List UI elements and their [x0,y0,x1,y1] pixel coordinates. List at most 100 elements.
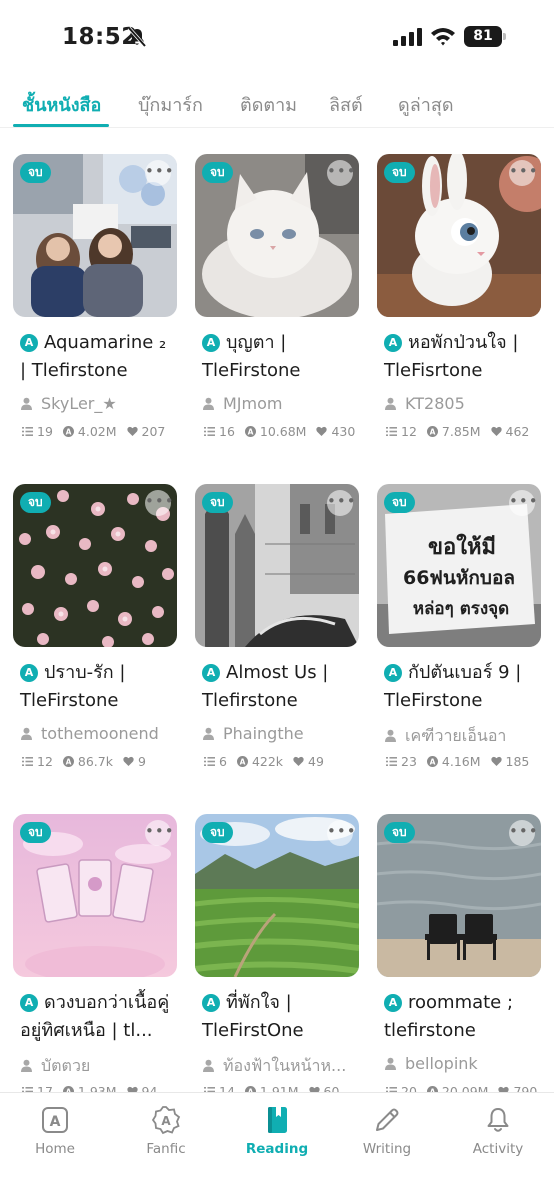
story-card[interactable]: จบ ••• A หอพักป่วนใจ | TleFisrtone KT2805… [377,154,541,443]
story-author[interactable]: ท้องฟ้าในหน้าห... [195,1054,359,1078]
story-cover[interactable]: จบ ••• [195,484,359,647]
chapters-icon [386,757,397,766]
story-stats: 12 A 7.85M 462 [377,423,541,443]
tab-recent[interactable]: ดูล่าสุด [398,90,454,119]
story-stats: 23 A 4.16M 185 [377,753,541,773]
story-cover[interactable]: จบ ••• [195,154,359,317]
story-cover[interactable]: จบ ••• [13,484,177,647]
chapter-count: 12 [37,754,53,769]
completed-badge: จบ [202,822,233,843]
nav-writing[interactable]: Writing [337,1105,437,1157]
person-icon [385,1057,396,1070]
nav-fanfic[interactable]: A Fanfic [116,1105,216,1157]
svg-text:A: A [247,427,253,436]
active-tab-indicator [13,124,109,127]
story-author[interactable]: KT2805 [377,394,541,418]
chapters-icon [204,757,215,766]
nav-fanfic-label: Fanfic [146,1141,186,1157]
heart-icon [316,426,328,436]
heart-icon [123,756,134,766]
like-count: 462 [505,424,530,439]
story-card[interactable]: จบ ••• A Almost Us | Tlefirstone Phaingth… [195,484,359,773]
views-icon: A [244,426,256,437]
story-title-text: หอพักป่วนใจ | TleFisrtone [384,332,519,381]
story-cover[interactable]: จบ ••• [377,154,541,317]
story-card[interactable]: จบ ••• A Aquamarine ₂ | Tlefirstone SkyLe… [13,154,177,443]
views-icon: A [62,426,74,437]
cover-text-line2: 66ฟนหักบอล [403,567,515,589]
chapter-count: 23 [401,754,417,769]
more-options-button[interactable]: ••• [327,160,356,186]
more-options-button[interactable]: ••• [509,160,538,186]
nav-activity[interactable]: Activity [448,1105,548,1157]
story-card[interactable]: จบ ••• A บุญตา | TleFirstone MJmom 16 A 10… [195,154,359,443]
story-title-text: Almost Us | Tlefirstone [202,662,329,711]
story-title-text: กัปตันเบอร์ 9 | TleFirstone [384,662,522,711]
more-options-button[interactable]: ••• [509,490,538,516]
story-cover[interactable]: จบ ••• [13,814,177,977]
completed-badge: จบ [384,492,415,513]
heart-icon [126,426,138,436]
story-title[interactable]: Aroommate ; tlefirstone [377,989,541,1045]
completed-badge: จบ [202,492,233,513]
story-author[interactable]: บัตตวย [13,1054,177,1078]
story-cover[interactable]: จบ ••• [377,814,541,977]
author-name: tothemoonend [41,724,159,743]
story-title-text: ดวงบอกว่าเนื้อคู่อยู่ทิศเหนือ | tl... [20,992,170,1041]
more-options-button[interactable]: ••• [145,160,174,186]
fanfic-badge-icon: A [151,1106,181,1135]
tab-following[interactable]: ติดตาม [240,90,297,119]
cover-text-line1: ขอให้มี [428,533,496,560]
story-author[interactable]: Phaingthe [195,724,359,748]
story-stats: 12 A 86.7k 9 [13,753,177,773]
more-options-button[interactable]: ••• [327,820,356,846]
more-options-button[interactable]: ••• [509,820,538,846]
story-title[interactable]: A หอพักป่วนใจ | TleFisrtone [377,329,541,385]
chapter-count: 16 [219,424,235,439]
view-count: 4.16M [441,754,481,769]
story-title[interactable]: A บุญตา | TleFirstone [195,329,359,385]
story-title[interactable]: A ดวงบอกว่าเนื้อคู่อยู่ทิศเหนือ | tl... [13,989,177,1045]
svg-text:A: A [65,427,71,436]
fanfic-a-icon: A [202,664,220,682]
completed-badge: จบ [20,492,51,513]
story-card[interactable]: จบ ••• A ดวงบอกว่าเนื้อคู่อยู่ทิศเหนือ | … [13,814,177,1103]
fanfic-a-icon: A [384,334,402,352]
fanfic-a-icon: A [202,994,220,1012]
nav-activity-label: Activity [472,1141,524,1157]
more-options-button[interactable]: ••• [327,490,356,516]
story-author[interactable]: MJmom [195,394,359,418]
like-count: 207 [141,424,166,439]
person-icon [21,397,32,410]
story-author[interactable]: เคฑีวายเอ็นอา [377,724,541,748]
story-card[interactable]: ขอให้มี 66ฟนหักบอล หล่อๆ ตรงจุด จบ ••• A… [377,484,541,773]
signal-icon [393,28,422,46]
nav-home[interactable]: A Home [5,1105,105,1157]
story-title[interactable]: A ที่พักใจ | TleFirstOne [195,989,359,1045]
story-author[interactable]: SkyLer_★ [13,394,177,418]
tab-bookmarks[interactable]: บุ๊กมาร์ก [138,90,203,119]
story-card[interactable]: จบ ••• Aroommate ; tlefirstone bellopink… [377,814,541,1103]
more-options-button[interactable]: ••• [145,490,174,516]
story-author[interactable]: tothemoonend [13,724,177,748]
story-cover[interactable]: จบ ••• [195,814,359,977]
story-card[interactable]: จบ ••• A ที่พักใจ | TleFirstOne ท้องฟ้าใน… [195,814,359,1103]
story-cover[interactable]: จบ ••• [13,154,177,317]
author-name: KT2805 [405,394,465,413]
status-bar: 18:52 81 [0,0,554,70]
more-options-button[interactable]: ••• [145,820,174,846]
tab-bookshelf[interactable]: ชั้นหนังสือ [22,90,101,119]
chapter-count: 19 [37,424,53,439]
story-title[interactable]: A Aquamarine ₂ | Tlefirstone [13,329,177,385]
story-title[interactable]: A Almost Us | Tlefirstone [195,659,359,715]
nav-reading[interactable]: Reading [227,1105,327,1157]
story-title[interactable]: A กัปตันเบอร์ 9 | TleFirstone [377,659,541,715]
story-cover[interactable]: ขอให้มี 66ฟนหักบอล หล่อๆ ตรงจุด จบ ••• [377,484,541,647]
screen: 18:52 81 ชั้นหนังสือ บุ๊กมาร์ก ติดตาม ลิ… [0,0,554,1200]
story-card[interactable]: จบ ••• A ปราบ-รัก | TleFirstone tothemoon… [13,484,177,773]
person-icon [21,727,32,740]
story-title[interactable]: A ปราบ-รัก | TleFirstone [13,659,177,715]
tab-lists[interactable]: ลิสต์ [329,90,363,119]
story-author[interactable]: bellopink [377,1054,541,1078]
completed-badge: จบ [384,822,415,843]
